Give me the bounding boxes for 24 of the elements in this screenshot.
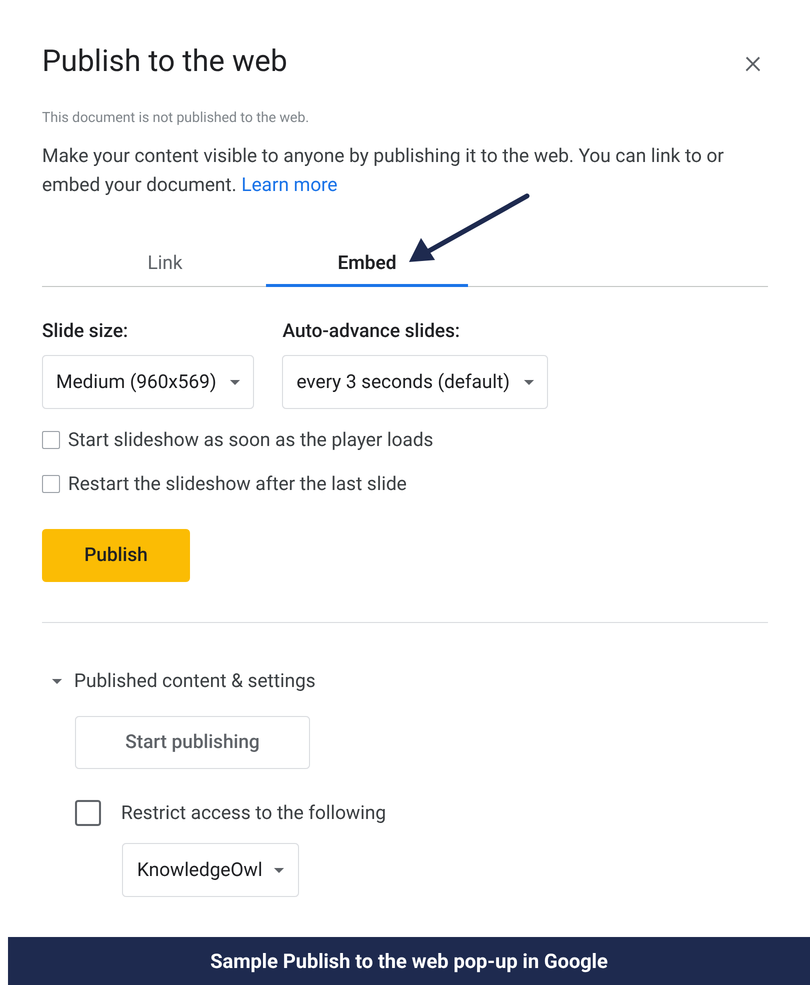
select-label: Auto-advance slides: xyxy=(282,319,461,343)
dropdown[interactable]: every 3 seconds (default) xyxy=(282,355,548,409)
checkbox[interactable] xyxy=(75,800,101,826)
tab[interactable]: Link xyxy=(42,243,266,287)
checkbox-label: Start slideshow as soon as the player loads xyxy=(68,427,434,453)
caption-text: Sample Publish to the web pop-up in Google xyxy=(210,948,608,975)
checkbox-label: Restrict access to the following xyxy=(121,800,386,826)
caret-icon xyxy=(274,868,284,872)
caret-icon xyxy=(230,380,240,384)
select-label: Slide size: xyxy=(42,319,130,343)
checkbox[interactable] xyxy=(42,431,60,449)
caret-icon xyxy=(524,380,534,384)
description-text: Make your content visible to anyone by publishing it to the web. You can link to or embed your document. Learn more xyxy=(42,143,725,198)
section-toggle[interactable]: Published content & settings xyxy=(52,667,316,696)
checkbox-label: Restart the slideshow after the last slide xyxy=(68,471,407,497)
checkbox[interactable] xyxy=(42,475,60,493)
publish-status: This document is not published to the web. xyxy=(42,109,310,128)
learn-more-link[interactable]: Learn more xyxy=(241,173,338,196)
start-publishing-button[interactable]: Start publishing xyxy=(75,716,310,768)
dropdown[interactable]: Medium (960x569) xyxy=(42,355,254,409)
dialog-title: Publish to the web xyxy=(42,43,288,81)
publish-button[interactable]: Publish xyxy=(42,529,190,582)
close-button[interactable]: × xyxy=(744,45,762,79)
dropdown[interactable]: KnowledgeOwl xyxy=(122,843,300,897)
